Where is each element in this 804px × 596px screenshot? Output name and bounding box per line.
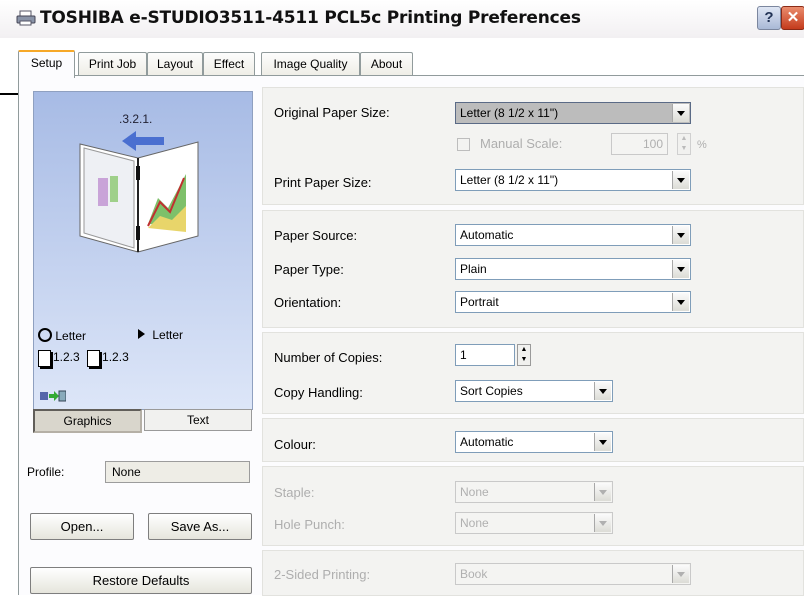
print-paper-status: Letter bbox=[138, 328, 183, 342]
manual-scale-spinner[interactable]: ▲ ▼ bbox=[677, 133, 691, 155]
pages-stack-icon bbox=[38, 350, 51, 367]
original-paper-size-select[interactable]: Letter (8 1/2 x 11") bbox=[455, 102, 691, 124]
print-paper-size-label: Print Paper Size: bbox=[274, 175, 372, 190]
copy-handling-select[interactable]: Sort Copies bbox=[455, 380, 613, 402]
tab-layout[interactable]: Layout bbox=[147, 52, 203, 76]
restore-defaults-button[interactable]: Restore Defaults bbox=[30, 567, 252, 594]
finishing-group bbox=[262, 466, 804, 546]
copies-spinner[interactable]: ▲ ▼ bbox=[517, 344, 531, 366]
chevron-down-icon[interactable] bbox=[594, 382, 611, 400]
book-preview-icon bbox=[79, 141, 199, 253]
spin-down-icon[interactable]: ▼ bbox=[518, 355, 530, 365]
two-sided-printing-label: 2-Sided Printing: bbox=[274, 567, 371, 582]
spin-down-icon[interactable]: ▼ bbox=[678, 144, 690, 154]
staple-select[interactable]: None bbox=[455, 481, 613, 503]
tab-setup[interactable]: Setup bbox=[18, 50, 75, 78]
manual-scale-label: Manual Scale: bbox=[480, 136, 563, 151]
save-as-button[interactable]: Save As... bbox=[148, 513, 252, 540]
two-sided-printing-select[interactable]: Book bbox=[455, 563, 691, 585]
preview-pane: .3.2.1. Letter Letter 1.2.3 1.2.3 bbox=[33, 91, 253, 410]
collate-b-label: 1.2.3 bbox=[102, 350, 129, 364]
manual-scale-checkbox[interactable] bbox=[457, 138, 470, 151]
original-paper-label: Letter bbox=[55, 329, 87, 343]
chevron-down-icon[interactable] bbox=[672, 565, 689, 583]
tab-print-job[interactable]: Print Job bbox=[78, 52, 147, 76]
manual-scale-unit: % bbox=[697, 139, 707, 151]
pages-stack-icon bbox=[87, 350, 101, 367]
title-bar[interactable]: TOSHIBA e-STUDIO3511-4511 PCL5c Printing… bbox=[0, 0, 804, 38]
paper-source-value: Automatic bbox=[460, 228, 514, 242]
view-toggle: Graphics Text bbox=[33, 409, 252, 433]
setup-panel: .3.2.1. Letter Letter 1.2.3 1.2.3 Graphi… bbox=[18, 75, 804, 596]
output-device-icon bbox=[40, 390, 66, 402]
chevron-down-icon[interactable] bbox=[672, 171, 689, 189]
chevron-down-icon[interactable] bbox=[672, 104, 689, 122]
number-of-copies-input[interactable]: 1 bbox=[455, 344, 515, 366]
staple-value: None bbox=[460, 485, 489, 499]
play-icon bbox=[138, 329, 145, 339]
copy-handling-value: Sort Copies bbox=[460, 384, 523, 398]
staple-label: Staple: bbox=[274, 485, 315, 500]
paper-type-label: Paper Type: bbox=[274, 262, 344, 277]
chevron-down-icon[interactable] bbox=[672, 260, 689, 278]
collate-a-label: 1.2.3 bbox=[53, 350, 80, 364]
profile-field[interactable]: None bbox=[105, 461, 250, 483]
help-button[interactable]: ? bbox=[757, 6, 781, 30]
paper-type-select[interactable]: Plain bbox=[455, 258, 691, 280]
colour-select[interactable]: Automatic bbox=[455, 431, 613, 453]
paper-source-select[interactable]: Automatic bbox=[455, 224, 691, 246]
text-view-button[interactable]: Text bbox=[144, 409, 252, 431]
paper-type-value: Plain bbox=[460, 262, 487, 276]
paper-source-label: Paper Source: bbox=[274, 228, 358, 243]
original-paper-size-label: Original Paper Size: bbox=[274, 105, 390, 120]
two-sided-printing-value: Book bbox=[460, 567, 488, 581]
colour-value: Automatic bbox=[460, 435, 514, 449]
colour-label: Colour: bbox=[274, 437, 316, 452]
orientation-select[interactable]: Portrait bbox=[455, 291, 691, 313]
spin-up-icon[interactable]: ▲ bbox=[678, 134, 690, 144]
hole-punch-value: None bbox=[460, 516, 489, 530]
spin-up-icon[interactable]: ▲ bbox=[518, 345, 530, 355]
number-of-copies-label: Number of Copies: bbox=[274, 350, 383, 365]
chevron-down-icon[interactable] bbox=[594, 483, 611, 501]
magnifier-icon bbox=[38, 328, 52, 342]
window-title: TOSHIBA e-STUDIO3511-4511 PCL5c Printing… bbox=[40, 8, 581, 28]
chevron-down-icon[interactable] bbox=[672, 226, 689, 244]
hole-punch-select[interactable]: None bbox=[455, 512, 613, 534]
graphics-view-button[interactable]: Graphics bbox=[33, 409, 142, 433]
collate-status: 1.2.3 1.2.3 bbox=[38, 350, 129, 367]
orientation-value: Portrait bbox=[460, 295, 499, 309]
copy-handling-label: Copy Handling: bbox=[274, 385, 363, 400]
tab-image-quality[interactable]: Image Quality bbox=[261, 52, 360, 76]
close-button[interactable]: ✕ bbox=[781, 6, 804, 30]
chevron-down-icon[interactable] bbox=[672, 293, 689, 311]
tab-about[interactable]: About bbox=[360, 52, 413, 76]
print-paper-size-select[interactable]: Letter (8 1/2 x 11") bbox=[455, 169, 691, 191]
chevron-down-icon[interactable] bbox=[594, 433, 611, 451]
profile-label: Profile: bbox=[27, 465, 65, 479]
original-paper-status: Letter bbox=[38, 328, 86, 343]
page-order-label: .3.2.1. bbox=[119, 112, 153, 126]
chevron-down-icon[interactable] bbox=[594, 514, 611, 532]
manual-scale-input[interactable]: 100 bbox=[611, 133, 668, 155]
print-paper-label: Letter bbox=[152, 328, 184, 342]
open-button[interactable]: Open... bbox=[30, 513, 134, 540]
tab-effect[interactable]: Effect bbox=[203, 52, 255, 76]
orientation-label: Orientation: bbox=[274, 295, 342, 310]
printer-icon bbox=[16, 10, 36, 26]
hole-punch-label: Hole Punch: bbox=[274, 517, 345, 532]
print-paper-size-value: Letter (8 1/2 x 11") bbox=[460, 173, 559, 187]
original-paper-size-value: Letter (8 1/2 x 11") bbox=[460, 106, 559, 120]
